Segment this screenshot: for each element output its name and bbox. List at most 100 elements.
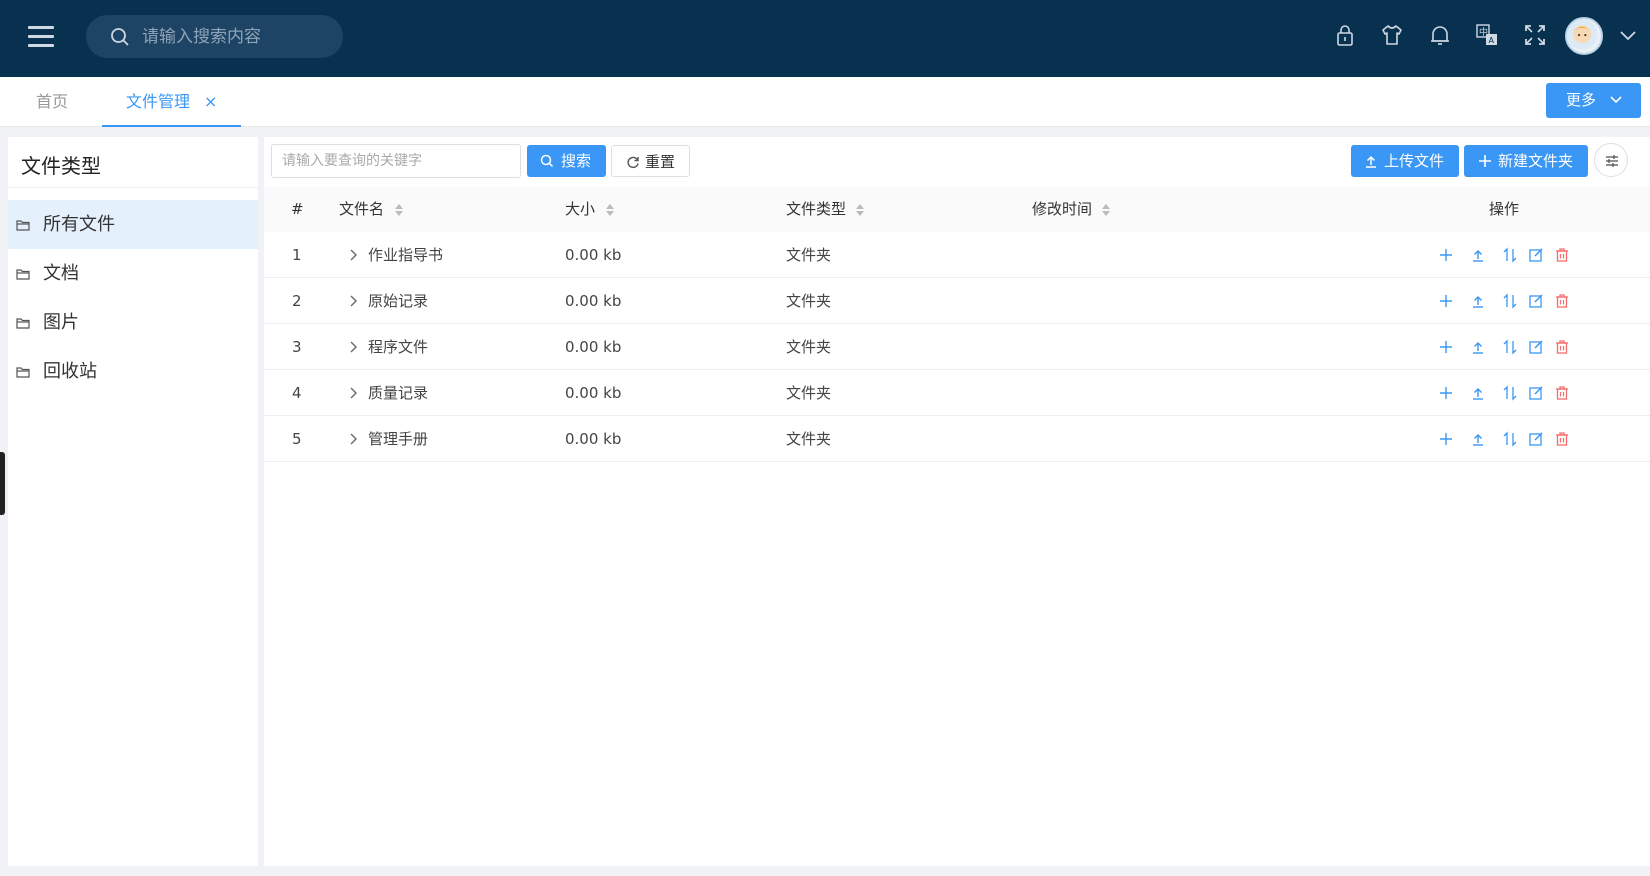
row-type: 文件夹 — [786, 384, 832, 402]
table-row[interactable]: 2 原始记录 0.00 kb 文件夹 — [264, 278, 1650, 324]
file-type-label: 图片 — [43, 312, 79, 333]
chevron-right-icon[interactable] — [348, 340, 358, 354]
upload-icon[interactable] — [1470, 293, 1486, 309]
delete-icon[interactable] — [1554, 385, 1570, 401]
tab-label: 文件管理 — [126, 92, 191, 111]
menu-toggle-icon[interactable] — [28, 26, 54, 48]
more-label: 更多 — [1566, 91, 1597, 109]
sort-icon[interactable] — [1100, 202, 1112, 218]
tab-file-management[interactable]: 文件管理 × — [102, 77, 241, 127]
upload-icon — [1366, 155, 1376, 168]
bell-icon[interactable] — [1427, 22, 1453, 52]
table-row[interactable]: 3 程序文件 0.00 kb 文件夹 — [264, 324, 1650, 370]
more-button[interactable]: 更多 — [1546, 83, 1641, 118]
column-settings-button[interactable] — [1594, 143, 1628, 177]
add-icon[interactable] — [1438, 247, 1454, 263]
upload-icon[interactable] — [1470, 385, 1486, 401]
row-index: 3 — [292, 338, 302, 356]
delete-icon[interactable] — [1554, 293, 1570, 309]
file-type-item-recycle[interactable]: 回收站 — [8, 347, 258, 396]
file-type-item-images[interactable]: 图片 — [8, 298, 258, 347]
add-icon[interactable] — [1438, 431, 1454, 447]
divider — [8, 187, 258, 188]
edit-icon[interactable] — [1528, 431, 1544, 447]
move-icon[interactable] — [1502, 339, 1518, 355]
lock-icon[interactable] — [1332, 22, 1358, 52]
fullscreen-icon[interactable] — [1522, 22, 1548, 52]
chevron-down-icon[interactable] — [1618, 28, 1638, 44]
row-index: 5 — [292, 430, 302, 448]
add-icon[interactable] — [1438, 293, 1454, 309]
column-size[interactable]: 大小 — [565, 186, 595, 232]
sliders-icon — [1606, 155, 1618, 167]
move-icon[interactable] — [1502, 431, 1518, 447]
file-list-panel: 搜索 重置 上传文件 新建文件夹 # 文件名 大小 文件类型 修改时间 操作 1… — [264, 137, 1650, 866]
row-name[interactable]: 质量记录 — [368, 370, 428, 416]
chevron-right-icon[interactable] — [348, 386, 358, 400]
user-avatar[interactable] — [1565, 17, 1603, 55]
file-type-item-docs[interactable]: 文档 — [8, 249, 258, 298]
tabs-bar: 首页 文件管理 × 更多 — [0, 77, 1650, 127]
row-name[interactable]: 程序文件 — [368, 324, 428, 370]
upload-icon[interactable] — [1470, 247, 1486, 263]
row-size: 0.00 kb — [565, 430, 622, 448]
row-name[interactable]: 作业指导书 — [368, 232, 443, 278]
row-name[interactable]: 原始记录 — [368, 278, 428, 324]
chevron-right-icon[interactable] — [348, 432, 358, 446]
row-index: 4 — [292, 384, 302, 402]
row-size: 0.00 kb — [565, 292, 622, 310]
delete-icon[interactable] — [1554, 431, 1570, 447]
add-icon[interactable] — [1438, 385, 1454, 401]
column-type[interactable]: 文件类型 — [786, 186, 846, 232]
move-icon[interactable] — [1502, 293, 1518, 309]
search-label: 搜索 — [561, 152, 592, 170]
table-row[interactable]: 4 质量记录 0.00 kb 文件夹 — [264, 370, 1650, 416]
column-modified[interactable]: 修改时间 — [1032, 186, 1092, 232]
folder-icon — [16, 367, 30, 378]
table-row[interactable]: 1 作业指导书 0.00 kb 文件夹 — [264, 232, 1650, 278]
column-actions: 操作 — [1489, 200, 1520, 218]
column-index: # — [291, 200, 304, 218]
move-icon[interactable] — [1502, 385, 1518, 401]
sidebar-drag-handle[interactable] — [0, 452, 5, 515]
sort-icon[interactable] — [393, 202, 405, 218]
edit-icon[interactable] — [1528, 247, 1544, 263]
sort-icon[interactable] — [604, 202, 616, 218]
plus-icon — [1479, 155, 1491, 167]
row-index: 1 — [292, 246, 302, 264]
edit-icon[interactable] — [1528, 293, 1544, 309]
edit-icon[interactable] — [1528, 339, 1544, 355]
reset-label: 重置 — [645, 153, 676, 171]
new-folder-button[interactable]: 新建文件夹 — [1464, 145, 1588, 177]
translate-icon[interactable]: 中A — [1474, 22, 1500, 52]
row-name[interactable]: 管理手册 — [368, 416, 428, 462]
row-type: 文件夹 — [786, 430, 832, 448]
file-type-item-all[interactable]: 所有文件 — [8, 200, 258, 249]
file-type-label: 回收站 — [43, 361, 97, 382]
chevron-right-icon[interactable] — [348, 248, 358, 262]
sort-icon[interactable] — [854, 202, 866, 218]
table-row[interactable]: 5 管理手册 0.00 kb 文件夹 — [264, 416, 1650, 462]
move-icon[interactable] — [1502, 247, 1518, 263]
keyword-input[interactable] — [271, 144, 521, 178]
edit-icon[interactable] — [1528, 385, 1544, 401]
shirt-icon[interactable] — [1379, 22, 1405, 52]
folder-icon — [16, 220, 30, 231]
delete-icon[interactable] — [1554, 339, 1570, 355]
row-size: 0.00 kb — [565, 338, 622, 356]
tab-home[interactable]: 首页 — [36, 77, 68, 127]
upload-file-button[interactable]: 上传文件 — [1351, 145, 1459, 177]
row-size: 0.00 kb — [565, 384, 622, 402]
panel-title: 文件类型 — [21, 154, 101, 178]
upload-icon[interactable] — [1470, 431, 1486, 447]
reset-button[interactable]: 重置 — [611, 145, 690, 177]
search-button[interactable]: 搜索 — [527, 145, 606, 177]
upload-icon[interactable] — [1470, 339, 1486, 355]
global-search-input[interactable] — [142, 23, 332, 51]
chevron-right-icon[interactable] — [348, 294, 358, 308]
global-search — [86, 15, 343, 58]
close-icon[interactable]: × — [204, 77, 217, 127]
delete-icon[interactable] — [1554, 247, 1570, 263]
add-icon[interactable] — [1438, 339, 1454, 355]
column-name[interactable]: 文件名 — [339, 186, 384, 232]
